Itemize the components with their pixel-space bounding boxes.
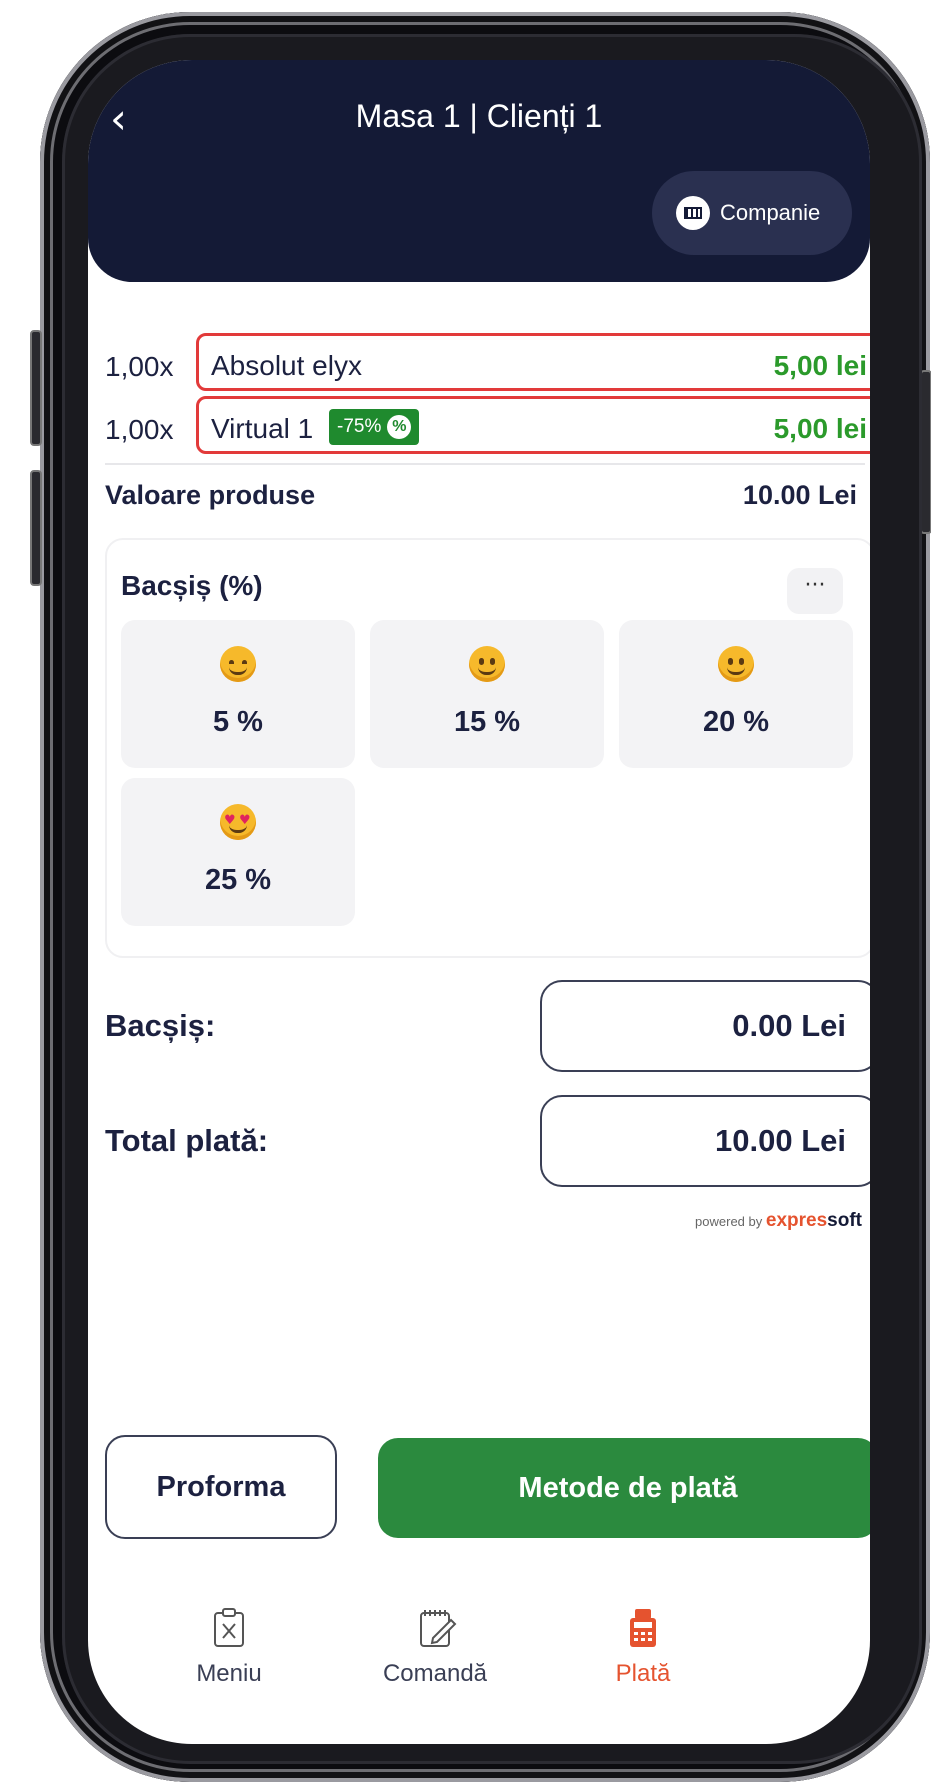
brand-logo: expressoft	[766, 1210, 862, 1231]
volume-button	[30, 470, 42, 586]
company-button[interactable]: Companie	[652, 171, 852, 255]
product-name: Absolut elyx	[211, 350, 362, 381]
nav-label: Meniu	[196, 1660, 262, 1687]
total-payment-field: 10.00 Lei	[540, 1095, 870, 1187]
tip-option-label: 25 %	[204, 864, 272, 896]
page-title: Masa 1 | Clienți 1	[355, 98, 603, 134]
product-line: 1,00x Absolut elyx 5,00 lei	[88, 333, 870, 397]
brand-part: expres	[765, 1210, 828, 1231]
discount-badge: -75% %	[329, 409, 420, 445]
more-options-button[interactable]: ···	[787, 568, 843, 614]
nav-item-meniu[interactable]: Meniu	[139, 1608, 319, 1688]
tip-option-label: 20 %	[702, 706, 770, 738]
nav-label: Comandă	[382, 1660, 488, 1687]
tip-option-25[interactable]: ♥ ♥ 25 %	[121, 778, 355, 926]
product-name: Virtual 1	[211, 413, 314, 444]
total-payment-label: Total plată:	[105, 1123, 269, 1158]
divider	[105, 463, 865, 465]
order-notepad-icon	[419, 1608, 457, 1648]
smiling-face-icon	[220, 646, 256, 682]
tip-title: Bacșiș (%)	[121, 570, 263, 601]
nav-item-plata[interactable]: Plată	[553, 1608, 733, 1688]
product-item[interactable]: Absolut elyx 5,00 lei	[196, 333, 870, 391]
nav-label: Plată	[615, 1660, 671, 1687]
phone-screen: ‹ Masa 1 | Clienți 1 Companie 1,00x Abso…	[88, 60, 870, 1744]
tip-total-label: Bacșiș:	[105, 1008, 216, 1043]
tip-card: Bacșiș (%) ··· 5 % 15 % 20 % ♥ ♥ 25 %	[105, 538, 870, 958]
app-header: ‹ Masa 1 | Clienți 1 Companie	[88, 60, 870, 282]
products-value-label: Valoare produse	[105, 480, 316, 510]
tip-option-20[interactable]: 20 %	[619, 620, 853, 768]
products-value-row: Valoare produse 10.00 Lei	[105, 480, 865, 520]
product-price: 5,00 lei	[773, 350, 867, 381]
percent-icon: %	[387, 415, 412, 439]
volume-button	[30, 330, 42, 446]
tip-option-label: 5 %	[213, 706, 263, 738]
building-icon	[676, 196, 710, 230]
discount-value: -75%	[337, 416, 382, 437]
proforma-button[interactable]: Proforma	[105, 1435, 337, 1539]
brand-part: soft	[827, 1210, 862, 1231]
product-qty: 1,00x	[105, 351, 174, 382]
tip-option-5[interactable]: 5 %	[121, 620, 355, 768]
product-price: 5,00 lei	[773, 413, 867, 444]
tip-option-15[interactable]: 15 %	[370, 620, 604, 768]
products-value-amount: 10.00 Lei	[742, 480, 857, 510]
payment-terminal-icon	[627, 1608, 659, 1648]
powered-by-branding: powered by expressoft	[695, 1210, 862, 1232]
payment-methods-button[interactable]: Metode de plată	[378, 1438, 870, 1538]
product-item[interactable]: Virtual 1 -75% % 5,00 lei	[196, 396, 870, 454]
powered-by-text: powered by	[695, 1214, 763, 1229]
tip-option-label: 15 %	[453, 706, 521, 738]
nav-item-comanda[interactable]: Comandă	[345, 1608, 525, 1688]
grinning-face-icon	[718, 646, 754, 682]
heart-eyes-face-icon: ♥ ♥	[220, 804, 256, 840]
menu-clipboard-icon	[213, 1608, 245, 1648]
grinning-face-icon	[469, 646, 505, 682]
product-qty: 1,00x	[105, 414, 174, 445]
product-line: 1,00x Virtual 1 -75% % 5,00 lei	[88, 396, 870, 460]
company-label: Companie	[720, 200, 821, 225]
tip-amount-field[interactable]: 0.00 Lei	[540, 980, 870, 1072]
